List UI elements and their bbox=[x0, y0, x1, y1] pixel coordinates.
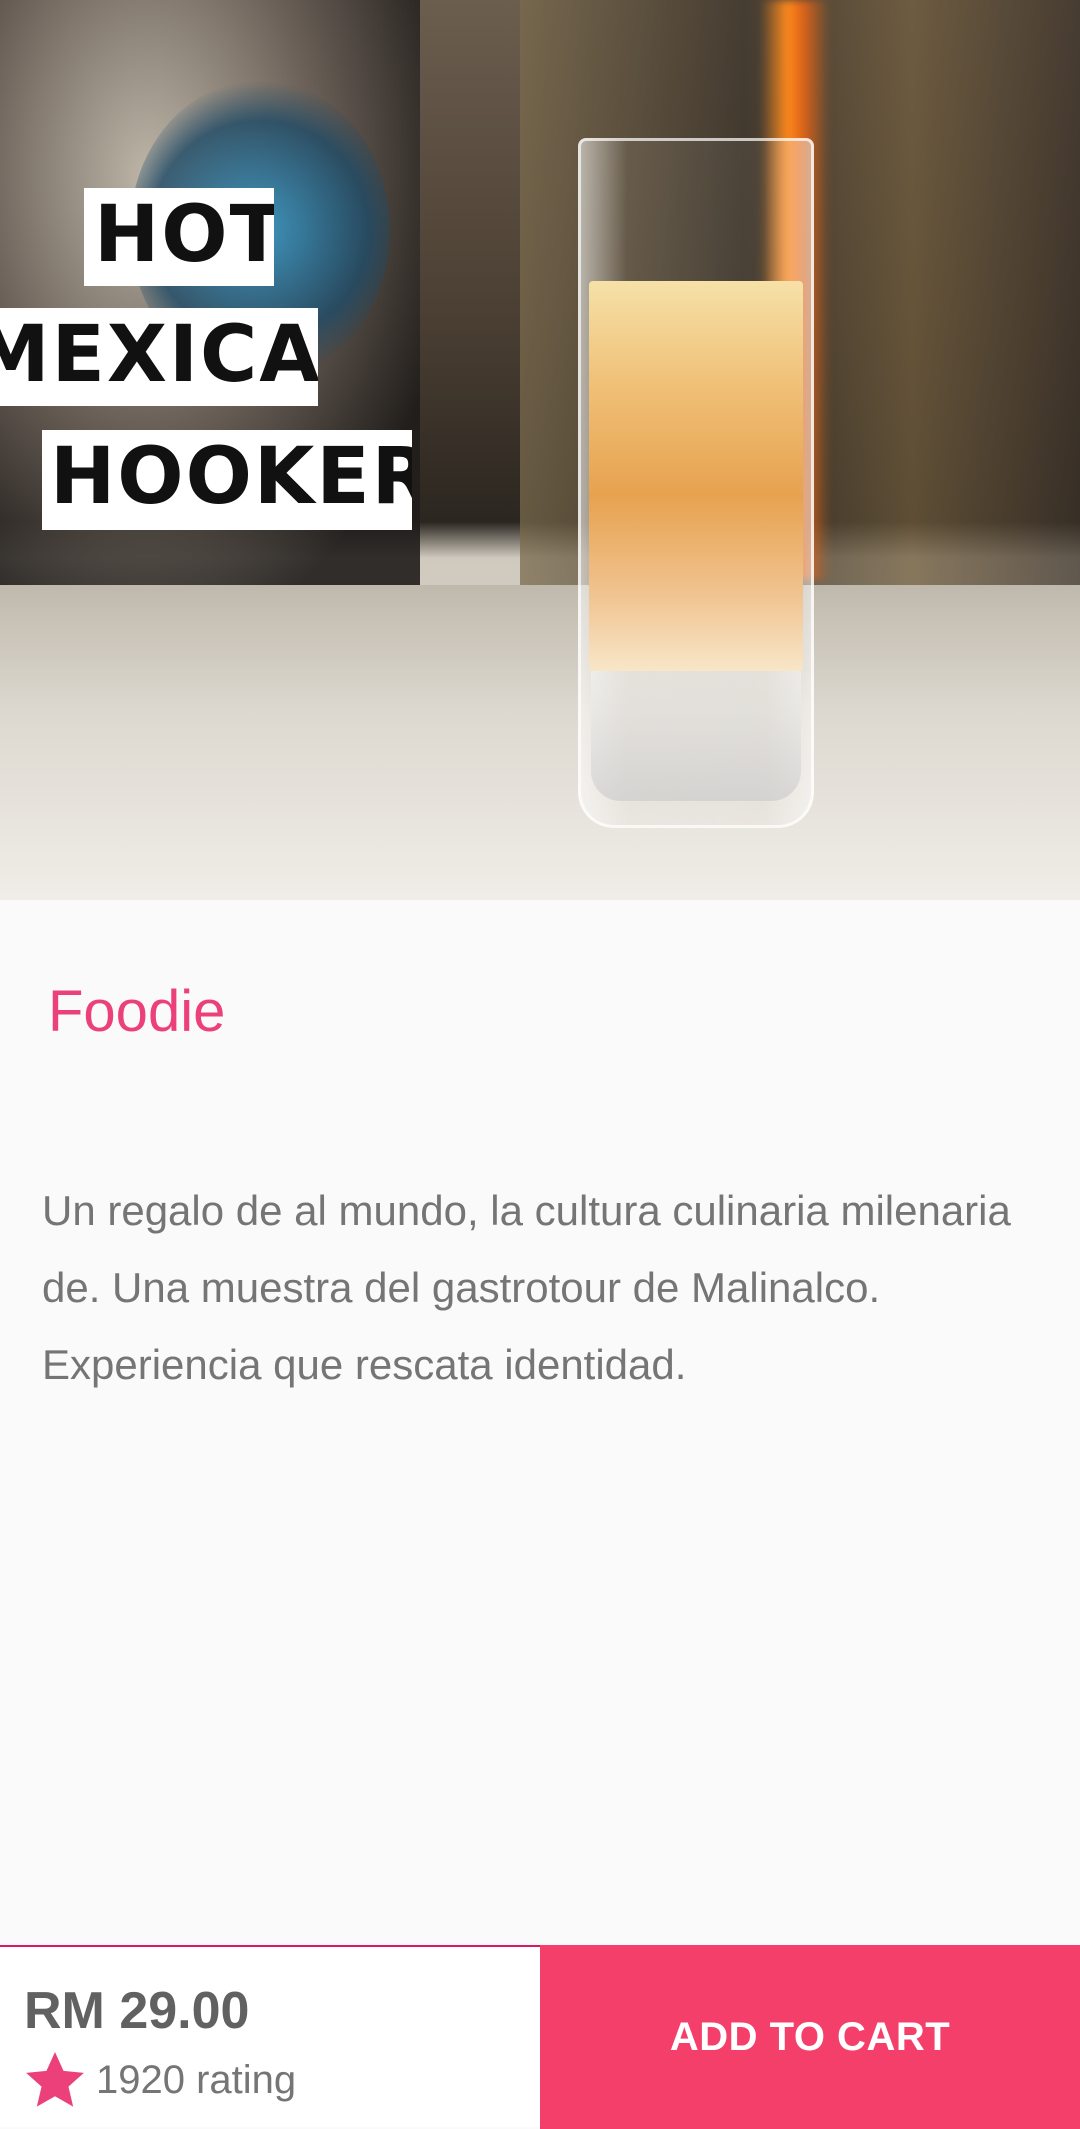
shot-glass-illustration bbox=[578, 138, 814, 828]
hero-sign-line-1: HOT bbox=[84, 188, 274, 286]
product-title: Foodie bbox=[48, 979, 226, 1044]
hero-table-surface bbox=[0, 585, 1080, 900]
star-icon bbox=[26, 2051, 84, 2107]
shot-glass-base bbox=[591, 671, 801, 801]
product-hero-image: HOT MEXICAN HOOKER bbox=[0, 0, 1080, 900]
rating-row: 1920 rating bbox=[22, 2045, 296, 2115]
hero-sign-line-3: HOOKER bbox=[42, 430, 412, 530]
hero-sign-line-2: MEXICAN bbox=[0, 308, 318, 406]
checkout-bar: RM 29.00 1920 rating ADD TO CART bbox=[0, 1945, 1080, 2129]
add-to-cart-button[interactable]: ADD TO CART bbox=[540, 1945, 1080, 2129]
product-description: Un regalo de al mundo, la cultura culina… bbox=[42, 1187, 1011, 1388]
product-price: RM 29.00 bbox=[24, 1982, 250, 2040]
shot-liquid bbox=[589, 281, 803, 671]
rating-count: 1920 rating bbox=[96, 2057, 297, 2102]
